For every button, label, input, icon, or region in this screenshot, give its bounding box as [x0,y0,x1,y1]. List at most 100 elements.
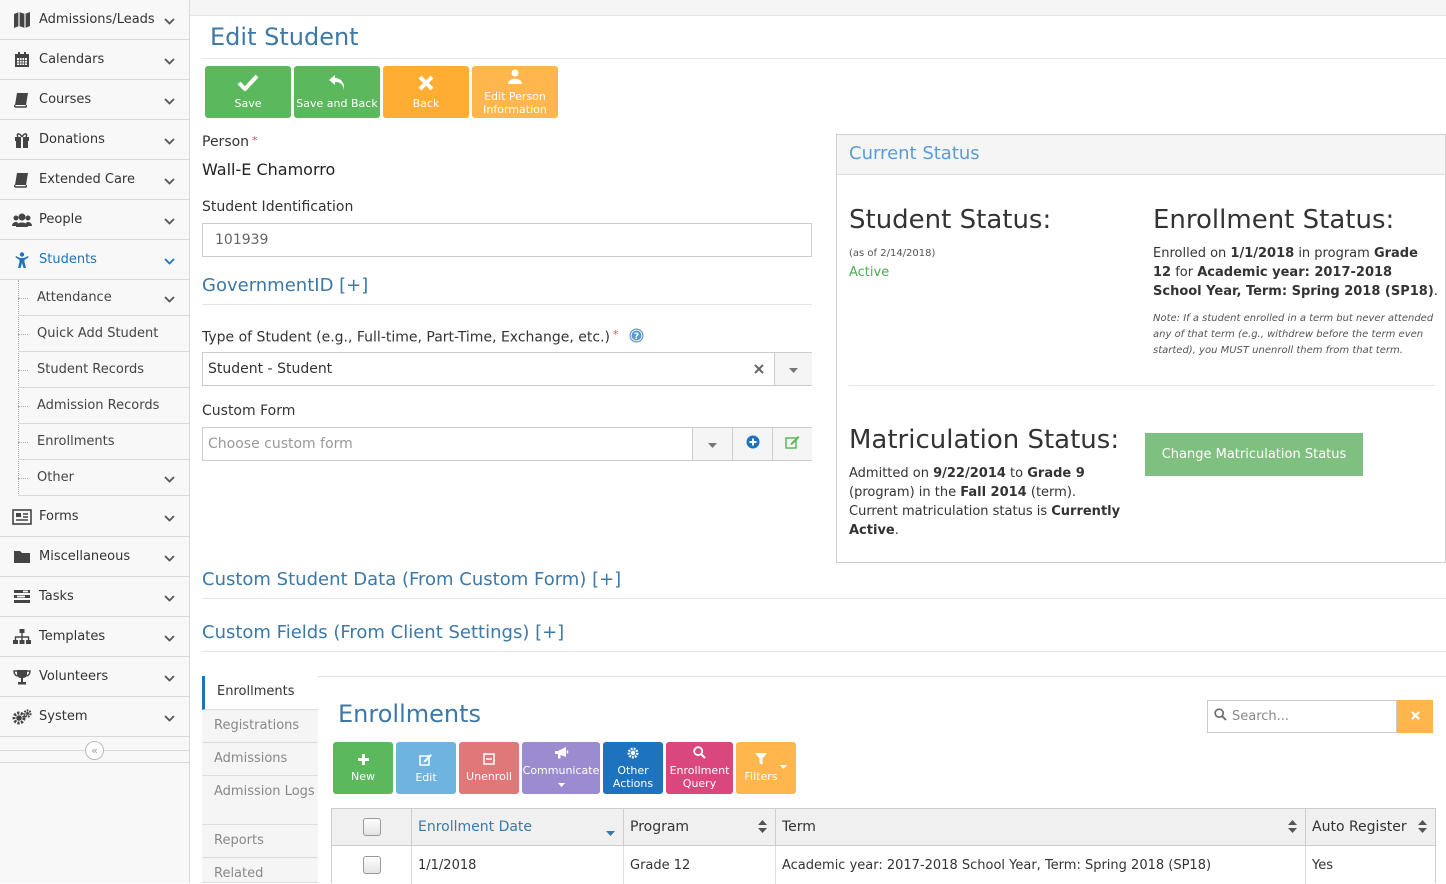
sidebar-subitem-enrollments[interactable]: Enrollments [18,424,189,460]
divider [318,676,1446,677]
clear-search-button[interactable] [1397,700,1433,733]
communicate-button[interactable]: Communicate [522,742,600,794]
save-and-back-button[interactable]: Save and Back [294,66,380,118]
tab-admission-logs[interactable]: Admission Logs [202,776,318,825]
gear-icon [627,747,639,762]
add-custom-form-button[interactable] [732,428,772,460]
student-identification-value: 101939 [215,232,269,248]
sidebar-subitem-label: Enrollments [37,434,115,449]
sidebar-item-label: Volunteers [39,669,109,684]
dropdown-toggle[interactable] [692,428,732,460]
chevron-down-icon [164,591,175,606]
sidebar-item-miscellaneous[interactable]: Miscellaneous [0,537,189,577]
edit-custom-form-button[interactable] [772,428,812,460]
sidebar-item-people[interactable]: People [0,200,189,240]
edit-icon [785,435,800,453]
sidebar-item-calendars[interactable]: Calendars [0,40,189,80]
chevron-down-icon [164,94,175,109]
tab-enrollments[interactable]: Enrollments [202,676,318,710]
change-matriculation-status-button[interactable]: Change Matriculation Status [1145,433,1363,476]
column-header-auto-register[interactable]: Auto Register [1306,809,1435,846]
edit-label: Edit [415,770,437,784]
help-icon[interactable]: ? [629,328,644,347]
sidebar-subitem-quick-add-student[interactable]: Quick Add Student [18,316,189,352]
search-icon [693,746,706,762]
sidebar-collapse-button[interactable]: « [85,741,104,760]
required-asterisk: * [612,328,619,341]
sidebar-subitem-label: Other [37,470,74,485]
edit-person-information-button[interactable]: Edit Person Information [472,66,558,118]
tree-tick [18,334,28,335]
filters-button[interactable]: Filters [736,742,796,794]
bullhorn-icon [554,746,569,762]
tab-reports[interactable]: Reports [202,825,318,858]
enrollments-table: Enrollment Date Program Term Auto Regist… [331,808,1436,884]
page-title: Edit Student [210,23,359,51]
book-icon [12,91,32,109]
sidebar-collapse-row: « [0,737,189,763]
chevron-down-icon [164,174,175,189]
sidebar-item-forms[interactable]: Forms [0,497,189,537]
other-actions-button[interactable]: Other Actions [603,742,663,794]
sidebar-item-label: Calendars [39,52,105,67]
cell-enrollment-date: 1/1/2018 [412,846,624,884]
custom-student-data-toggle[interactable]: Custom Student Data (From Custom Form) [… [202,569,621,590]
sidebar-subitem-admission-records[interactable]: Admission Records [18,388,189,424]
student-status-heading: Student Status: [849,205,1052,235]
tab-related[interactable]: Related [202,858,318,883]
sidebar-item-volunteers[interactable]: Volunteers [0,657,189,697]
student-identification-input[interactable]: 101939 [202,223,812,257]
sidebar: Admissions/Leads Calendars Courses Donat… [0,0,190,883]
tab-registrations[interactable]: Registrations [202,710,318,743]
column-header-term[interactable]: Term [776,809,1306,846]
sidebar-item-admissions-leads[interactable]: Admissions/Leads [0,0,189,40]
enrollment-query-button[interactable]: Enrollment Query [666,742,733,794]
sidebar-item-templates[interactable]: Templates [0,617,189,657]
column-header-program[interactable]: Program [624,809,776,846]
caret-down-icon [780,759,788,772]
type-of-student-select[interactable]: Student - Student [202,352,812,386]
sidebar-subitem-other[interactable]: Other [18,460,189,496]
new-label: New [351,769,375,783]
sidebar-subitem-student-records[interactable]: Student Records [18,352,189,388]
plus-icon [357,753,369,768]
gears-icon [12,708,32,726]
chevron-down-icon [164,472,175,487]
save-button[interactable]: Save [205,66,291,118]
government-id-toggle[interactable]: GovernmentID [+] [202,275,368,296]
sidebar-item-tasks[interactable]: Tasks [0,577,189,617]
sidebar-item-extended-care[interactable]: Extended Care [0,160,189,200]
close-icon [418,75,434,94]
sidebar-item-label: Forms [39,509,79,524]
sidebar-item-courses[interactable]: Courses [0,80,189,120]
unenroll-button[interactable]: Unenroll [459,742,519,794]
type-of-student-label: Type of Student (e.g., Full-time, Part-T… [202,328,644,347]
edit-enrollment-button[interactable]: Edit [396,742,456,794]
sidebar-item-label: System [39,709,88,724]
custom-fields-toggle[interactable]: Custom Fields (From Client Settings) [+] [202,622,564,643]
enrollment-query-label: Enrollment Query [669,764,730,790]
sidebar-item-system[interactable]: System [0,697,189,737]
dropdown-toggle[interactable] [774,353,812,385]
chevron-down-icon [164,214,175,229]
new-enrollment-button[interactable]: New [333,742,393,794]
custom-form-select[interactable]: Choose custom form [202,427,812,461]
type-of-student-value: Student - Student [208,361,333,377]
column-header-enrollment-date[interactable]: Enrollment Date [412,809,624,846]
row-select-cell [332,846,412,884]
svg-text:?: ? [634,332,639,342]
sidebar-item-students[interactable]: Students [0,240,189,280]
back-button[interactable]: Back [383,66,469,118]
sidebar-item-label: People [39,212,83,227]
tab-admissions[interactable]: Admissions [202,743,318,776]
search-input[interactable]: Search... [1207,700,1397,733]
sitemap-icon [12,628,32,646]
divider [202,304,812,305]
sidebar-item-donations[interactable]: Donations [0,120,189,160]
select-all-checkbox[interactable] [362,818,381,836]
clear-icon[interactable] [754,362,764,378]
sidebar-item-label: Tasks [39,589,74,604]
sidebar-subitem-attendance[interactable]: Attendance [18,280,189,316]
chevron-down-icon [164,671,175,686]
row-checkbox[interactable] [362,856,381,874]
